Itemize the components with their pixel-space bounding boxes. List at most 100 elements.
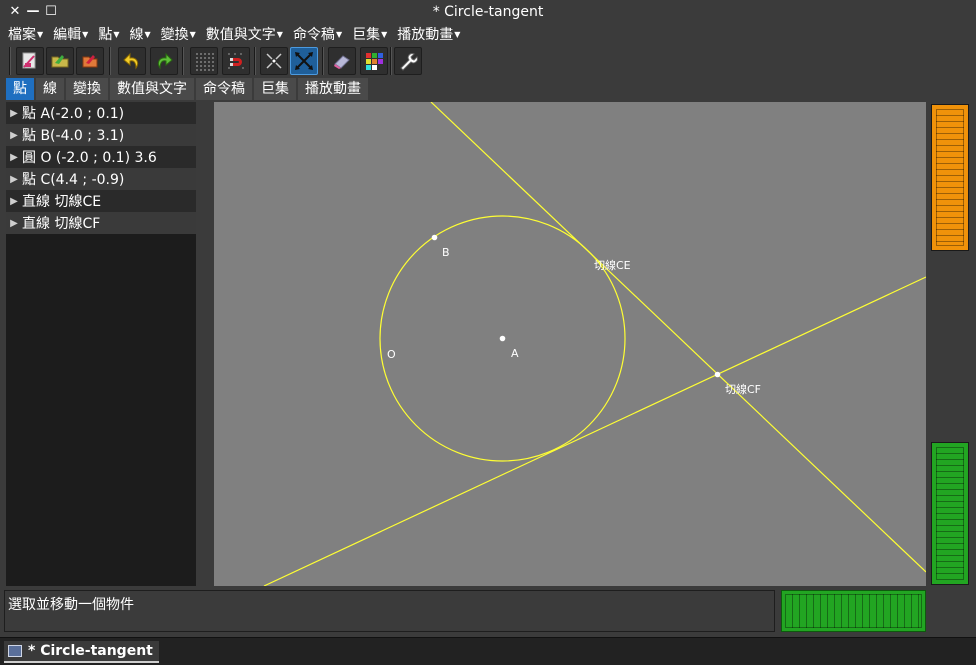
undo-icon	[123, 52, 139, 70]
tangent-line-cf[interactable]	[263, 276, 926, 586]
category-tabs: 點 線 變換 數值與文字 命令稿 巨集 播放動畫	[6, 78, 370, 100]
menu-transform[interactable]: 變換▼	[161, 26, 206, 46]
list-item[interactable]: ▶ 點 A(-2.0 ; 0.1)	[6, 102, 196, 124]
tab-transform[interactable]: 變換	[66, 78, 110, 100]
menu-label: 數值與文字	[205, 27, 276, 43]
move-points-button[interactable]	[260, 47, 288, 75]
open-folder-icon	[51, 55, 69, 68]
toolbar-separator	[9, 47, 11, 75]
chevron-down-icon: ▼	[189, 30, 196, 39]
point-a-label: A	[511, 347, 519, 360]
window-icon	[8, 645, 22, 657]
menu-script[interactable]: 命令稿▼	[293, 26, 352, 46]
circle-o-label: O	[387, 348, 396, 361]
undo-button[interactable]	[118, 47, 146, 75]
tab-line[interactable]: 線	[36, 78, 66, 100]
chevron-down-icon: ▼	[454, 30, 461, 39]
settings-button[interactable]	[394, 47, 422, 75]
menu-label: 檔案	[8, 27, 36, 43]
chevron-down-icon: ▼	[144, 30, 151, 39]
object-label: 點 A(-2.0 ; 0.1)	[22, 106, 125, 122]
eraser-button[interactable]	[328, 47, 356, 75]
menu-label: 編輯	[53, 27, 82, 43]
menu-animation[interactable]: 播放動畫▼	[397, 26, 470, 46]
open-file-button[interactable]	[46, 47, 74, 75]
expand-arrow-icon[interactable]: ▶	[6, 108, 22, 119]
menu-label: 命令稿	[292, 27, 335, 43]
menu-line[interactable]: 線▼	[129, 26, 160, 46]
expand-arrow-icon[interactable]: ▶	[6, 130, 22, 141]
tab-script[interactable]: 命令稿	[196, 78, 254, 100]
grid-toggle-button[interactable]	[190, 47, 218, 75]
list-item[interactable]: ▶ 點 B(-4.0 ; 3.1)	[6, 124, 196, 146]
chevron-down-icon: ▼	[113, 30, 120, 39]
export-button[interactable]	[76, 47, 104, 75]
tab-point[interactable]: 點	[6, 78, 36, 100]
list-item[interactable]: ▶ 直線 切線CE	[6, 190, 196, 212]
point-b-label: B	[442, 246, 450, 259]
move-selection-button[interactable]	[290, 47, 318, 75]
tab-animation[interactable]: 播放動畫	[298, 78, 370, 100]
expand-arrow-icon[interactable]: ▶	[6, 218, 22, 229]
tab-value-text[interactable]: 數值與文字	[110, 78, 196, 100]
expand-arrow-icon[interactable]: ▶	[6, 196, 22, 207]
chevron-down-icon: ▼	[276, 30, 283, 39]
export-icon	[82, 55, 98, 68]
indicator-stripes	[785, 594, 922, 628]
panel-grip	[936, 109, 964, 246]
menu-macro[interactable]: 巨集▼	[352, 26, 397, 46]
object-label: 點 C(4.4 ; -0.9)	[22, 172, 125, 188]
tangent-cf-label: 切線CF	[725, 382, 761, 396]
menu-bar: 檔案▼ 編輯▼ 點▼ 線▼ 變換▼ 數值與文字▼ 命令稿▼ 巨集▼ 播放動畫▼	[0, 26, 976, 46]
point-b[interactable]	[431, 234, 438, 241]
move-points-icon	[266, 53, 282, 69]
menu-label: 線	[129, 27, 144, 43]
expand-arrow-icon[interactable]: ▶	[6, 174, 22, 185]
toolbar-separator	[254, 47, 256, 75]
status-message: 選取並移動一個物件	[8, 597, 134, 613]
toolbar-separator	[390, 47, 392, 75]
list-item[interactable]: ▶ 直線 切線CF	[6, 212, 196, 234]
green-tool-panel[interactable]	[931, 442, 969, 585]
drawing-canvas[interactable]: A B O 切線CE 切線CF	[214, 102, 926, 586]
activity-indicator	[781, 590, 926, 632]
window-title: * Circle-tangent	[432, 4, 544, 20]
move-selection-icon	[295, 52, 313, 70]
orange-tool-panel[interactable]	[931, 104, 969, 251]
object-label: 直線 切線CF	[22, 216, 101, 232]
title-bar: ✕ — ☐ * Circle-tangent	[0, 0, 976, 26]
menu-edit[interactable]: 編輯▼	[53, 26, 98, 46]
taskbar-window-label: * Circle-tangent	[28, 643, 153, 659]
list-item[interactable]: ▶ 點 C(4.4 ; -0.9)	[6, 168, 196, 190]
point-a[interactable]	[499, 335, 506, 342]
object-label: 直線 切線CE	[22, 194, 102, 210]
object-label: 圓 O (-2.0 ; 0.1) 3.6	[22, 150, 157, 166]
menu-file[interactable]: 檔案▼	[8, 26, 53, 46]
list-item[interactable]: ▶ 圓 O (-2.0 ; 0.1) 3.6	[6, 146, 196, 168]
tangent-line-ce[interactable]	[430, 102, 926, 573]
magnet-snap-button[interactable]	[222, 47, 250, 75]
menu-label: 播放動畫	[397, 27, 454, 43]
geometry-drawing[interactable]: A B O 切線CE 切線CF	[214, 102, 926, 586]
menu-label: 變換	[160, 27, 189, 43]
menu-point[interactable]: 點▼	[98, 26, 129, 46]
menu-label: 巨集	[352, 27, 381, 43]
tangent-ce-label: 切線CE	[594, 258, 631, 272]
redo-icon	[157, 52, 173, 70]
tab-macro[interactable]: 巨集	[254, 78, 298, 100]
magnet-icon	[228, 53, 244, 69]
point-c[interactable]	[714, 371, 721, 378]
expand-arrow-icon[interactable]: ▶	[6, 152, 22, 163]
eraser-icon	[334, 55, 350, 69]
new-file-icon	[22, 52, 36, 69]
color-palette-button[interactable]	[360, 47, 388, 75]
toolbar-separator	[109, 47, 111, 75]
toolbar	[0, 46, 976, 76]
new-file-button[interactable]	[16, 47, 44, 75]
chevron-down-icon: ▼	[381, 30, 388, 39]
redo-button[interactable]	[150, 47, 178, 75]
menu-value-text[interactable]: 數值與文字▼	[206, 26, 293, 46]
taskbar-window-button[interactable]: * Circle-tangent	[4, 641, 159, 663]
object-list: ▶ 點 A(-2.0 ; 0.1) ▶ 點 B(-4.0 ; 3.1) ▶ 圓 O (…	[6, 102, 196, 586]
menu-label: 點	[98, 27, 113, 43]
